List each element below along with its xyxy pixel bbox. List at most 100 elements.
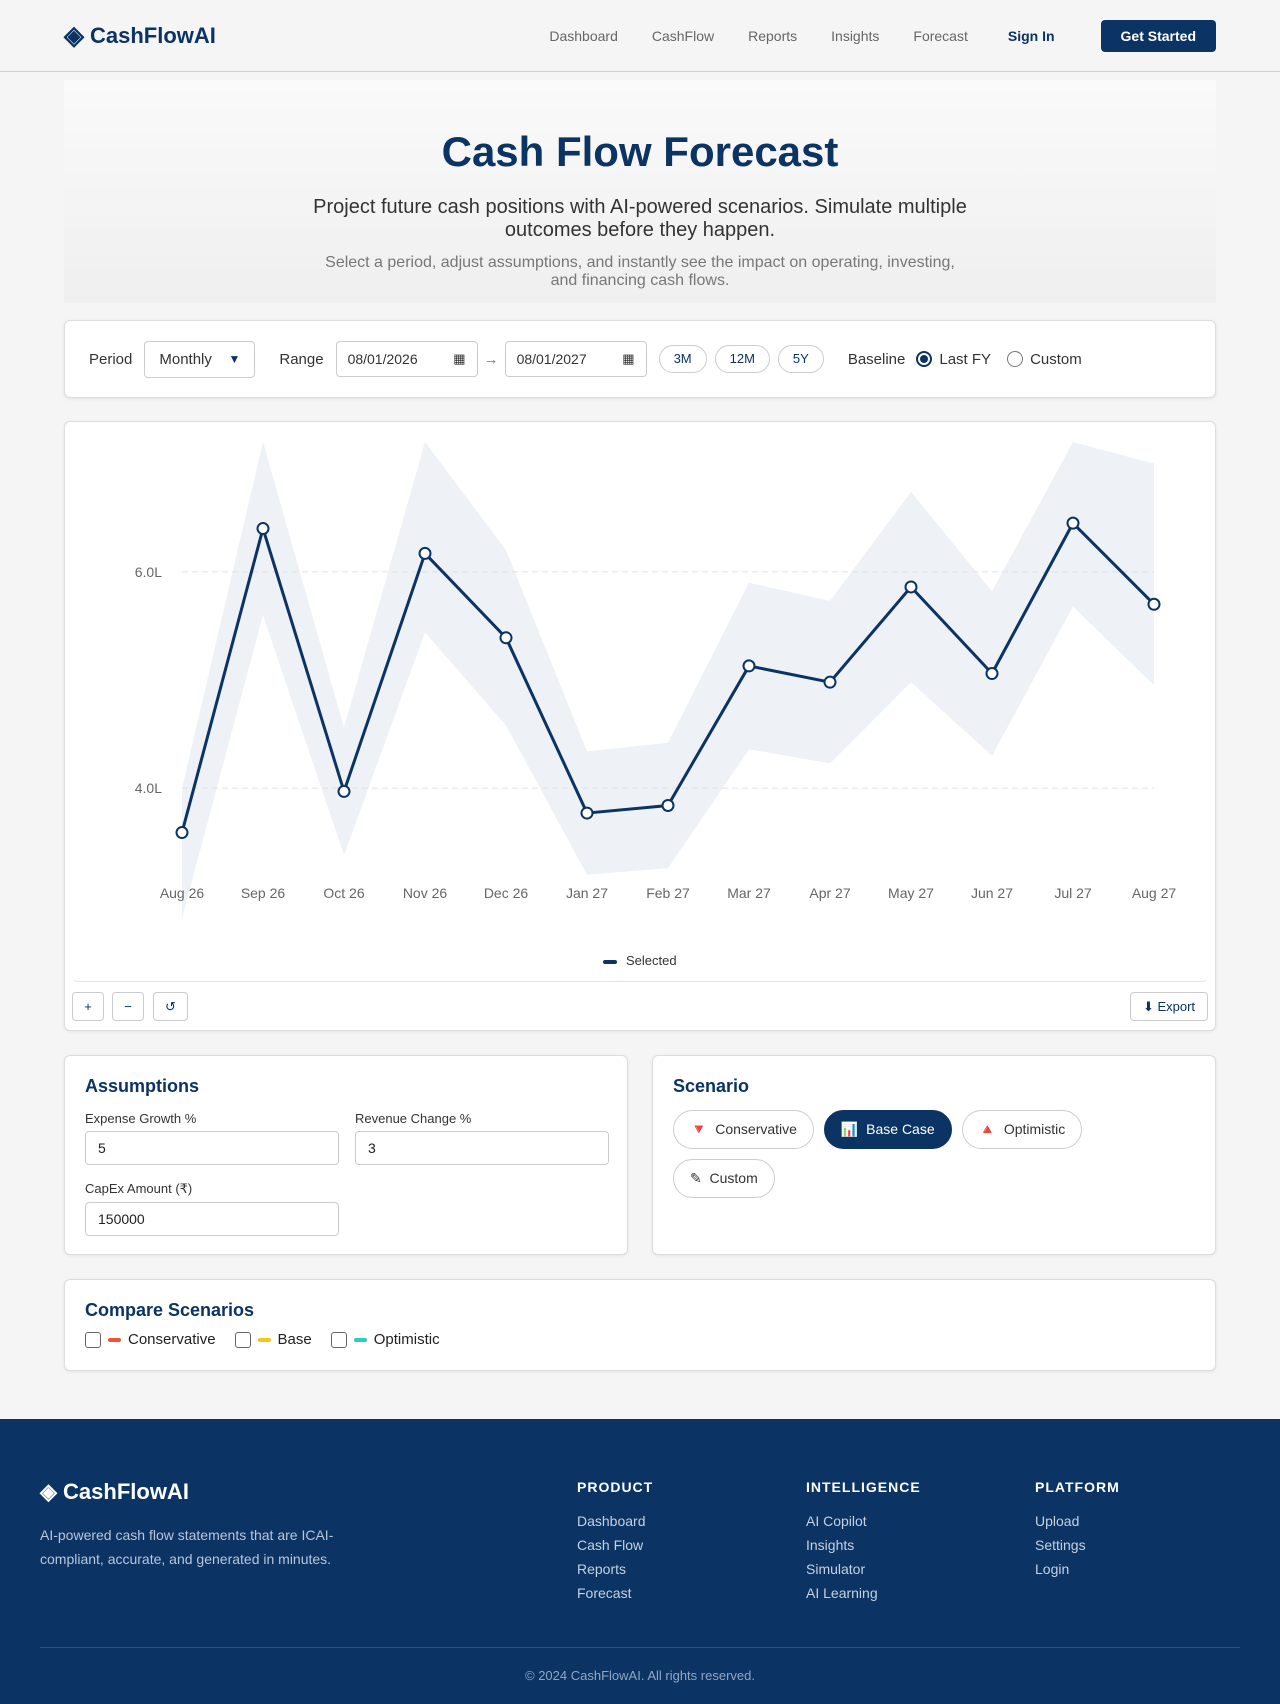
series-color-swatch [257, 1337, 271, 1342]
range-label: Range [279, 350, 324, 368]
pencil-icon: ✎ [690, 1170, 702, 1186]
footer-link-cash-flow[interactable]: Cash Flow [577, 1533, 653, 1557]
radio-label: Custom [1030, 350, 1082, 368]
compare-scenarios-panel: Compare Scenarios Conservative Base Opti… [64, 1279, 1216, 1371]
baseline-custom-radio[interactable]: Custom [1007, 351, 1082, 368]
end-date-input[interactable]: 08/01/2027 ▦ [504, 341, 647, 377]
footer-link-settings[interactable]: Settings [1035, 1533, 1120, 1557]
revenue-change-input[interactable]: 3 [355, 1131, 609, 1165]
data-point [742, 659, 756, 673]
compare-base-checkbox[interactable]: Base [234, 1331, 312, 1348]
nav-link-forecast[interactable]: Forecast [913, 28, 967, 44]
nav-link-dashboard[interactable]: Dashboard [549, 28, 618, 44]
hero: Cash Flow Forecast Project future cash p… [64, 80, 1216, 303]
nav-link-cashflow[interactable]: CashFlow [652, 28, 714, 44]
expense-growth-input[interactable]: 5 [85, 1131, 339, 1165]
checkbox-label: Conservative [128, 1331, 216, 1348]
preset-12m-button[interactable]: 12M [714, 345, 770, 373]
y-tick-label: 6.0L [135, 564, 162, 580]
compare-conservative-checkbox[interactable]: Conservative [85, 1331, 216, 1348]
footer-brand[interactable]: ◈ CashFlowAI [40, 1479, 189, 1505]
footer-link-ai-learning[interactable]: AI Learning [806, 1581, 921, 1605]
legend-swatch [603, 959, 618, 964]
site-footer: ◈ CashFlowAI AI-powered cash flow statem… [0, 1419, 1280, 1704]
footer-col-product: PRODUCT Dashboard Cash Flow Reports Fore… [577, 1479, 653, 1605]
footer-link-dashboard[interactable]: Dashboard [577, 1509, 653, 1533]
period-select[interactable]: Monthly ▼ [144, 340, 256, 378]
field-label: CapEx Amount (₹) [85, 1181, 193, 1196]
period-label: Period [89, 350, 133, 368]
capex-amount-field: CapEx Amount (₹) 150000 [85, 1181, 339, 1236]
x-tick-label: Feb 27 [646, 885, 690, 901]
x-tick-label: Dec 26 [484, 885, 529, 901]
baseline-last-fy-radio[interactable]: Last FY [916, 351, 991, 368]
reset-zoom-button[interactable]: ↺ [153, 992, 188, 1021]
data-point [985, 667, 999, 681]
x-tick-label: Mar 27 [727, 885, 771, 901]
forecast-line-chart: 4.0L 6.0L Aug 26 Sep 26 Oct 26 Nov 26 Dec 26 Ja… [135, 442, 1176, 918]
compare-optimistic-checkbox[interactable]: Optimistic [330, 1331, 440, 1348]
x-tick-label: Aug 26 [160, 885, 205, 901]
footer-link-simulator[interactable]: Simulator [806, 1557, 921, 1581]
data-point [1147, 597, 1161, 611]
sign-in-link[interactable]: Sign In [1008, 28, 1055, 44]
radio-selected-icon [916, 351, 933, 367]
checkbox-icon [234, 1331, 251, 1348]
get-started-button[interactable]: Get Started [1100, 19, 1216, 52]
scenario-custom-button[interactable]: ✎ Custom [673, 1159, 775, 1198]
brand-logo[interactable]: ◈ CashFlowAI [64, 20, 216, 51]
start-date-input[interactable]: 08/01/2026 ▦ [335, 341, 478, 377]
data-point [256, 522, 270, 536]
chart-legend: Selected [72, 953, 1208, 968]
checkbox-label: Optimistic [373, 1331, 440, 1348]
assumptions-title: Assumptions [85, 1076, 200, 1096]
expense-growth-field: Expense Growth % 5 [85, 1111, 339, 1165]
down-triangle-icon: 🔻 [690, 1121, 708, 1137]
data-point [175, 826, 189, 840]
scenario-base-case-button[interactable]: 📊 Base Case [823, 1110, 952, 1149]
footer-link-reports[interactable]: Reports [577, 1557, 653, 1581]
footer-link-ai-copilot[interactable]: AI Copilot [806, 1509, 921, 1533]
capex-amount-input[interactable]: 150000 [85, 1202, 339, 1236]
preset-5y-button[interactable]: 5Y [777, 345, 824, 373]
forecast-controls: Period Monthly ▼ Range 08/01/2026 ▦ → 08… [64, 320, 1216, 398]
footer-link-upload[interactable]: Upload [1035, 1509, 1120, 1533]
brand-name: CashFlowAI [90, 22, 216, 48]
chart-area: 4.0L 6.0L Aug 26 Sep 26 Oct 26 Nov 26 Dec 26 Ja… [72, 422, 1208, 982]
x-tick-label: Jul 27 [1054, 885, 1092, 901]
main-content: Cash Flow Forecast Project future cash p… [64, 80, 1216, 1371]
chip-label: Conservative [715, 1121, 797, 1137]
baseline-label: Baseline [847, 350, 906, 368]
top-nav: ◈ CashFlowAI Dashboard CashFlow Reports … [0, 0, 1280, 72]
footer-link-login[interactable]: Login [1035, 1557, 1120, 1581]
x-tick-label: May 27 [888, 885, 934, 901]
series-color-swatch [353, 1337, 367, 1342]
footer-copyright: © 2024 CashFlowAI. All rights reserved. [525, 1668, 755, 1683]
x-tick-label: Sep 26 [241, 885, 286, 901]
scenario-optimistic-button[interactable]: 🔺 Optimistic [961, 1110, 1083, 1149]
nav-link-insights[interactable]: Insights [831, 28, 879, 44]
data-point [337, 784, 351, 798]
chip-label: Base Case [866, 1121, 935, 1137]
x-tick-label: Apr 27 [809, 885, 850, 901]
data-point [1066, 516, 1080, 530]
calendar-icon[interactable]: ▦ [453, 351, 465, 367]
export-button[interactable]: ⬇ Export [1130, 992, 1208, 1021]
nav-link-reports[interactable]: Reports [748, 28, 797, 44]
zoom-in-button[interactable]: + [72, 992, 104, 1021]
calendar-icon[interactable]: ▦ [622, 351, 634, 367]
footer-link-forecast[interactable]: Forecast [577, 1581, 653, 1605]
field-label: Revenue Change % [355, 1111, 472, 1126]
scenario-conservative-button[interactable]: 🔻 Conservative [673, 1110, 814, 1149]
radio-label: Last FY [939, 350, 992, 368]
x-tick-label: Jan 27 [566, 885, 608, 901]
zoom-out-button[interactable]: − [112, 992, 144, 1021]
footer-col-platform: PLATFORM Upload Settings Login [1035, 1479, 1120, 1581]
end-date-value: 08/01/2027 [516, 351, 587, 367]
preset-3m-button[interactable]: 3M [658, 345, 707, 373]
radio-unselected-icon [1007, 351, 1024, 367]
footer-link-insights[interactable]: Insights [806, 1533, 921, 1557]
x-tick-label: Oct 26 [323, 885, 364, 901]
range-arrow: → [483, 350, 499, 368]
data-point [661, 798, 675, 812]
